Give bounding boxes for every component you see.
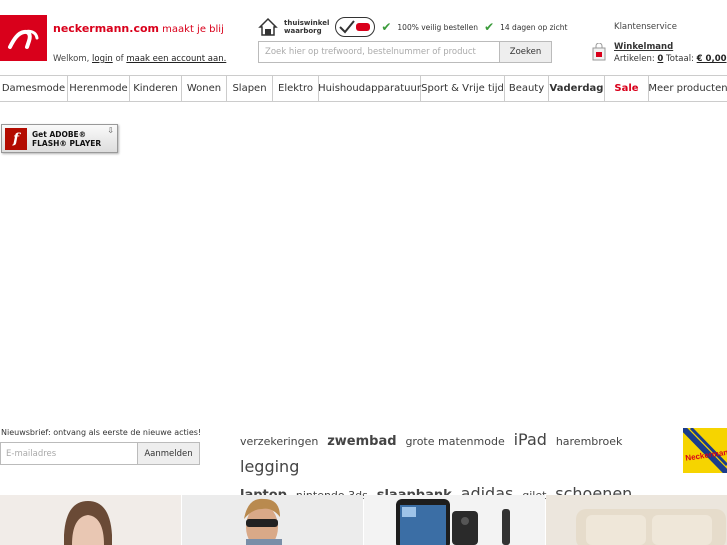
cart-articles-count[interactable]: 0	[657, 54, 663, 64]
nav-item-vaderdag[interactable]: Vaderdag	[549, 76, 605, 101]
email-field[interactable]	[1, 443, 137, 464]
nav-item-huishoudapparatuur[interactable]: Huishoudapparatuur	[318, 76, 421, 101]
flash-line2: FLASH® PLAYER	[32, 138, 102, 148]
cart-total-label: Totaal:	[666, 54, 694, 64]
trust-badges: thuiswinkel waarborg ✔ 100% veilig beste…	[258, 16, 568, 38]
woman-portrait-image	[64, 501, 112, 545]
search-bar: Zoeken	[258, 41, 552, 63]
smartphone-image	[396, 499, 510, 545]
brand-name: neckermann.com maakt je blij	[53, 22, 224, 35]
nav-item-beauty[interactable]: Beauty	[505, 76, 549, 101]
shield-badge-icon	[335, 17, 376, 37]
newsletter-form: Aanmelden	[0, 442, 200, 465]
house-icon	[258, 17, 278, 36]
nav-item-kinderen[interactable]: Kinderen	[130, 76, 182, 101]
cart-summary: Artikelen: 0 Totaal: € 0,00	[614, 54, 727, 64]
thuiswinkel-label: thuiswinkel waarborg	[284, 19, 329, 35]
check-icon: ✔	[484, 20, 495, 34]
nav-item-elektro[interactable]: Elektro	[273, 76, 319, 101]
tag-link[interactable]: grote matenmode	[405, 435, 504, 448]
nav-item-wonen[interactable]: Wonen	[182, 76, 227, 101]
customer-service-link[interactable]: Klantenservice	[614, 22, 677, 32]
search-button[interactable]: Zoeken	[499, 42, 551, 62]
flash-logo-icon: f	[5, 127, 27, 150]
tag-link[interactable]: iPad	[514, 430, 547, 449]
thuiswinkel-line1: thuiswinkel	[284, 19, 330, 27]
brand-tagline: maakt je blij	[162, 24, 224, 35]
promo-banner-men[interactable]	[182, 495, 363, 545]
promo-banner-electronics[interactable]	[364, 495, 545, 545]
welcome-line: Welkom, login of maak een account aan.	[53, 54, 226, 64]
subscribe-button[interactable]: Aanmelden	[137, 443, 199, 464]
download-arrow-icon: ⇩	[107, 126, 114, 135]
neckermann-ad-logo[interactable]: Neckermann	[683, 428, 727, 473]
cart-link[interactable]: Winkelmand	[614, 42, 673, 52]
login-link[interactable]: login	[92, 54, 113, 64]
nav-item-damesmode[interactable]: Damesmode	[0, 76, 68, 101]
usp-14-days: 14 dagen op zicht	[500, 22, 568, 32]
newsletter-label: Nieuwsbrief: ontvang als eerste de nieuw…	[1, 428, 202, 437]
neckermann-n-logo-icon	[8, 29, 39, 49]
promo-banner-living[interactable]	[546, 495, 727, 545]
usp-safe-ordering: 100% veilig bestellen	[397, 22, 479, 32]
nav-item-slapen[interactable]: Slapen	[227, 76, 273, 101]
man-portrait-image	[244, 498, 282, 545]
flash-line1: Get ADOBE®	[32, 129, 87, 139]
register-link[interactable]: maak een account aan.	[126, 54, 226, 64]
thuiswinkel-line2: waarborg	[284, 27, 322, 35]
tag-link[interactable]: legging	[240, 457, 299, 476]
tag-link[interactable]: zwembad	[327, 434, 396, 449]
shopping-bag-icon[interactable]	[592, 43, 606, 61]
tag-link[interactable]: harembroek	[556, 435, 623, 448]
sofa-image	[576, 509, 726, 545]
tag-link[interactable]: verzekeringen	[240, 435, 318, 448]
cart-articles-label: Artikelen:	[614, 54, 655, 64]
main-nav: Damesmode Herenmode Kinderen Wonen Slape…	[0, 75, 727, 102]
of-text: of	[115, 54, 124, 64]
flash-label: Get ADOBE® FLASH® PLAYER	[32, 130, 101, 148]
search-input[interactable]	[259, 42, 499, 62]
welcome-prefix: Welkom,	[53, 54, 90, 64]
nav-item-sale[interactable]: Sale	[605, 76, 649, 101]
cart-total-value[interactable]: € 0,00	[697, 54, 727, 64]
nav-item-herenmode[interactable]: Herenmode	[68, 76, 130, 101]
promo-banner-women[interactable]	[0, 495, 181, 545]
get-flash-player-button[interactable]: f Get ADOBE® FLASH® PLAYER ⇩	[1, 124, 118, 153]
nav-item-meer-producten[interactable]: Meer producten	[648, 76, 727, 101]
check-icon: ✔	[381, 20, 392, 34]
nav-item-sport[interactable]: Sport & Vrije tijd	[421, 76, 505, 101]
brand-name-text: neckermann.com	[53, 22, 159, 35]
neckermann-logo[interactable]	[0, 15, 47, 61]
